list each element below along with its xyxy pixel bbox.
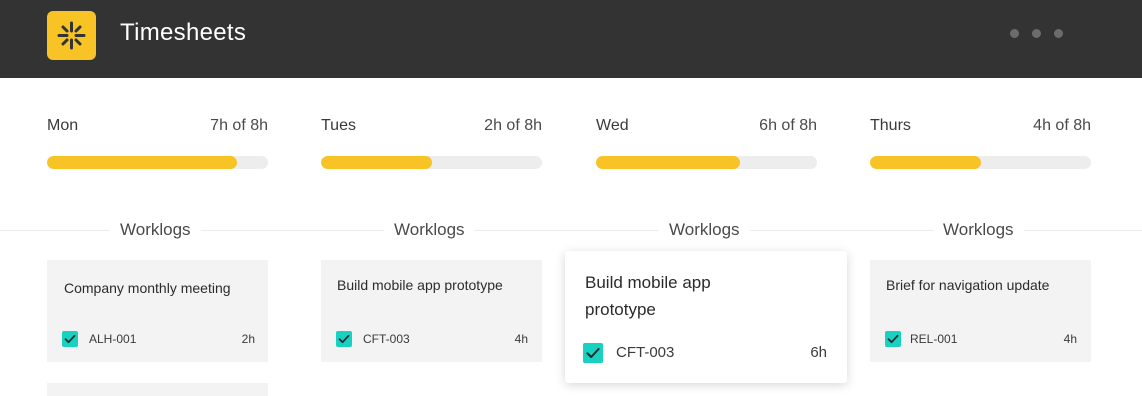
worklog-title: Brief for navigation update: [886, 277, 1050, 293]
day-progress-bar: [596, 156, 817, 169]
worklog-card[interactable]: [47, 383, 268, 396]
day-hours: 7h of 8h: [210, 117, 268, 134]
worklog-hours: 2h: [241, 332, 255, 346]
day-name: Tues: [321, 117, 356, 134]
worklog-title: Company monthly meeting: [64, 280, 231, 296]
worklog-code: CFT-003: [616, 344, 675, 361]
worklog-code: REL-001: [910, 332, 958, 346]
day-name: Mon: [47, 117, 79, 134]
worklog-card[interactable]: Brief for navigation update REL-001 4h: [870, 260, 1091, 362]
worklog-card-highlighted[interactable]: Build mobile app prototype CFT-003 6h: [565, 251, 847, 383]
day-progress-fill: [870, 156, 981, 169]
worklog-title: Build mobile app prototype: [585, 273, 711, 319]
day-progress-bar: [47, 156, 268, 169]
day-progress-bar: [321, 156, 542, 169]
worklog-card[interactable]: Company monthly meeting ALH-001 2h: [47, 260, 268, 362]
worklog-title: Build mobile app prototype: [337, 277, 503, 293]
worklog-hours: 4h: [514, 332, 528, 346]
worklog-card[interactable]: Build mobile app prototype CFT-003 4h: [321, 260, 542, 362]
checkbox-checked-icon[interactable]: [62, 331, 78, 347]
worklog-hours: 4h: [1063, 332, 1077, 346]
worklogs-label: Worklogs: [110, 220, 201, 240]
day-progress-fill: [321, 156, 432, 169]
day-name: Wed: [596, 117, 629, 134]
day-name: Thurs: [870, 117, 911, 134]
worklog-code: ALH-001: [89, 332, 137, 346]
day-hours: 2h of 8h: [484, 117, 542, 134]
worklog-hours: 6h: [810, 344, 827, 361]
checkbox-checked-icon[interactable]: [583, 343, 603, 363]
day-progress-fill: [47, 156, 238, 169]
worklogs-label: Worklogs: [933, 220, 1024, 240]
day-progress-bar: [870, 156, 1091, 169]
checkbox-checked-icon[interactable]: [885, 331, 901, 347]
day-hours: 4h of 8h: [1033, 117, 1091, 134]
worklogs-label: Worklogs: [659, 220, 750, 240]
worklogs-label: Worklogs: [384, 220, 475, 240]
day-hours: 6h of 8h: [759, 117, 817, 134]
checkbox-checked-icon[interactable]: [336, 331, 352, 347]
worklog-code: CFT-003: [363, 332, 410, 346]
day-progress-fill: [596, 156, 740, 169]
